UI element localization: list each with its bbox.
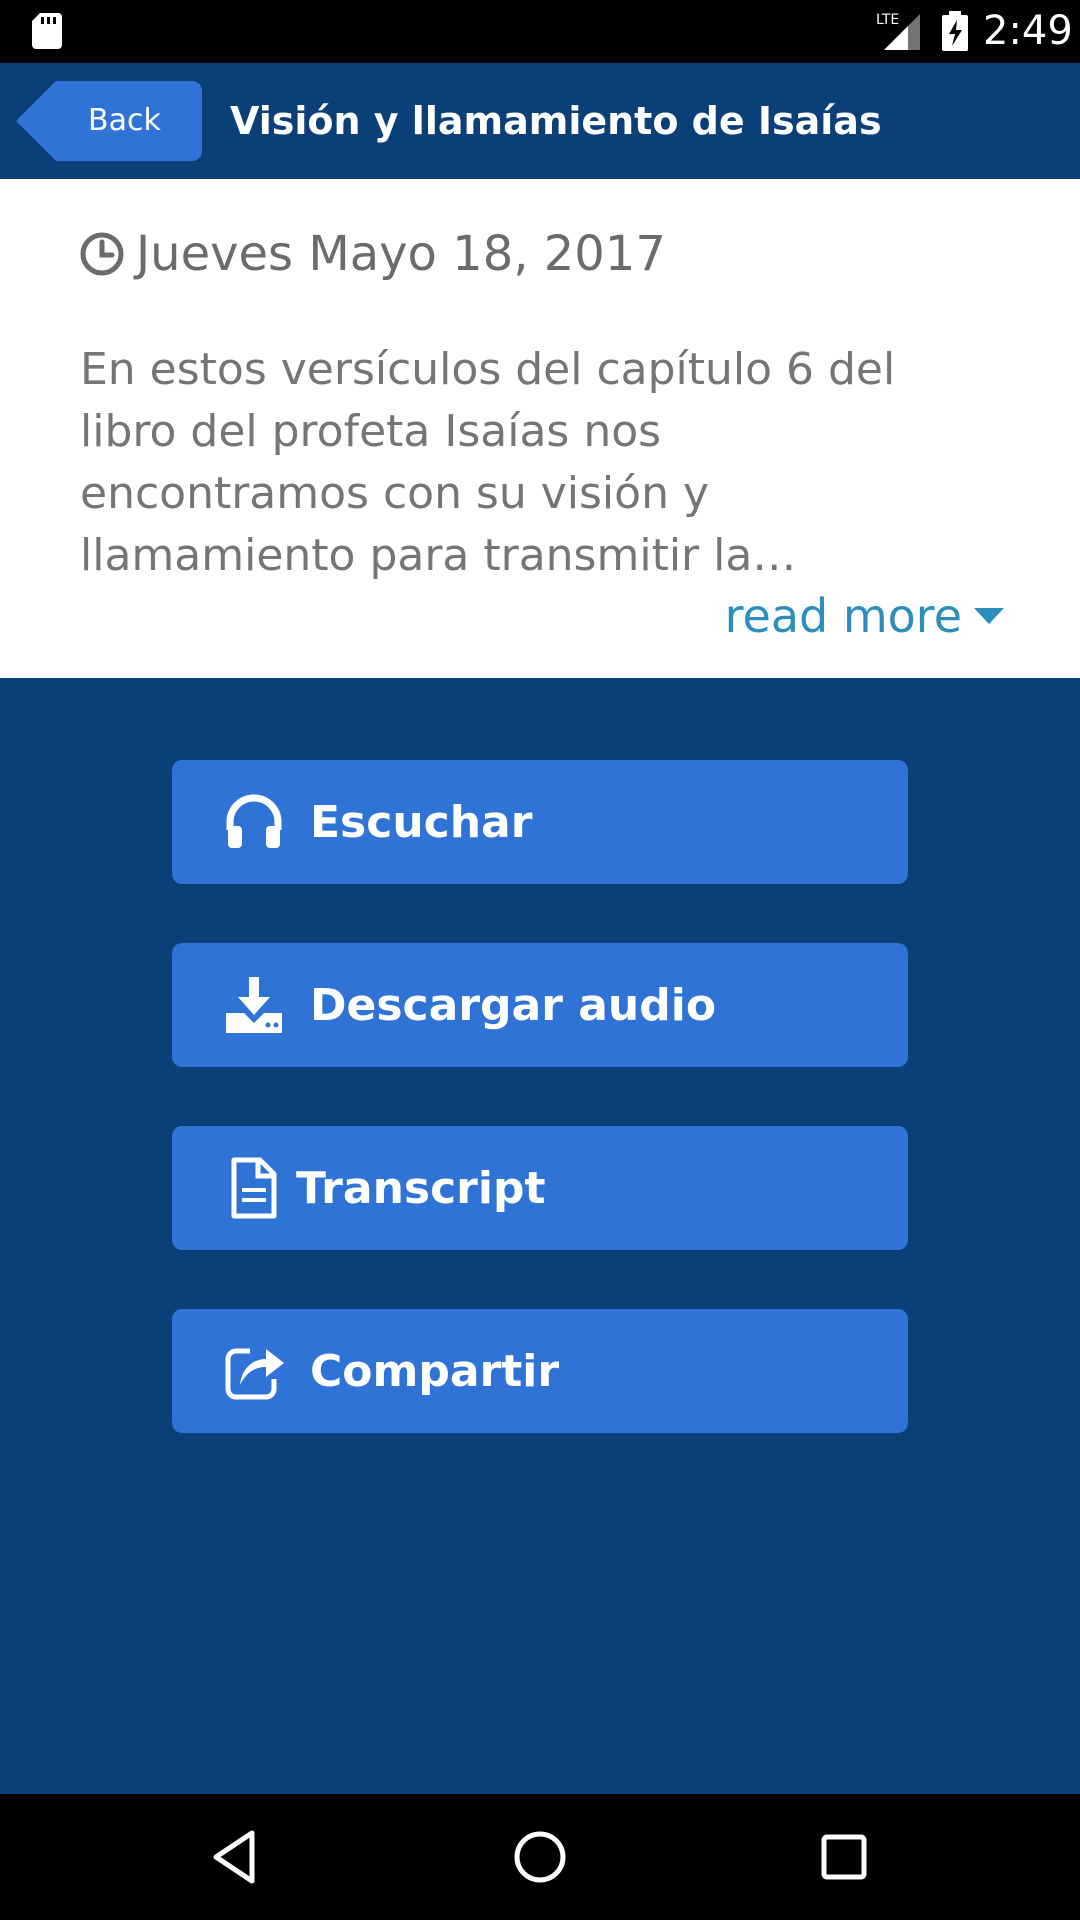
- app-bar: Back Visión y llamamiento de Isaías: [0, 63, 1080, 179]
- network-label: LTE: [876, 12, 899, 28]
- battery-charging-icon: [942, 11, 968, 51]
- listen-label: Escuchar: [310, 796, 533, 848]
- headphones-icon: [226, 794, 282, 848]
- action-buttons: Escuchar Descargar audio Transcript Comp…: [172, 760, 908, 1492]
- transcript-button[interactable]: Transcript: [172, 1126, 908, 1250]
- document-icon: [231, 1157, 277, 1219]
- download-audio-button[interactable]: Descargar audio: [172, 943, 908, 1067]
- episode-info-card: Jueves Mayo 18, 2017 En estos versículos…: [0, 179, 1080, 678]
- recents-square-icon[interactable]: [814, 1827, 874, 1887]
- date-row: Jueves Mayo 18, 2017: [80, 219, 666, 289]
- read-more-label: read more: [724, 589, 962, 643]
- back-button[interactable]: Back: [16, 81, 202, 161]
- episode-date: Jueves Mayo 18, 2017: [136, 226, 666, 282]
- status-time: 2:49: [983, 8, 1073, 54]
- listen-button[interactable]: Escuchar: [172, 760, 908, 884]
- sd-card-icon: [32, 13, 62, 49]
- home-circle-icon[interactable]: [510, 1827, 570, 1887]
- episode-description: En estos versículos del capítulo 6 del l…: [80, 344, 896, 581]
- caret-down-icon: [974, 608, 1004, 624]
- signal-icon: LTE: [876, 12, 920, 50]
- transcript-label: Transcript: [296, 1162, 546, 1214]
- read-more-link[interactable]: read more: [725, 589, 1004, 643]
- share-icon: [225, 1348, 284, 1400]
- share-button[interactable]: Compartir: [172, 1309, 908, 1433]
- back-triangle-icon[interactable]: [206, 1827, 266, 1887]
- system-nav-bar: [0, 1794, 1080, 1920]
- share-label: Compartir: [310, 1345, 560, 1397]
- download-audio-label: Descargar audio: [310, 979, 717, 1031]
- clock-icon: [80, 232, 124, 276]
- back-label: Back: [88, 103, 161, 138]
- page-title: Visión y llamamiento de Isaías: [230, 99, 882, 143]
- download-icon: [226, 977, 282, 1033]
- status-bar: LTE 2:49: [0, 0, 1080, 63]
